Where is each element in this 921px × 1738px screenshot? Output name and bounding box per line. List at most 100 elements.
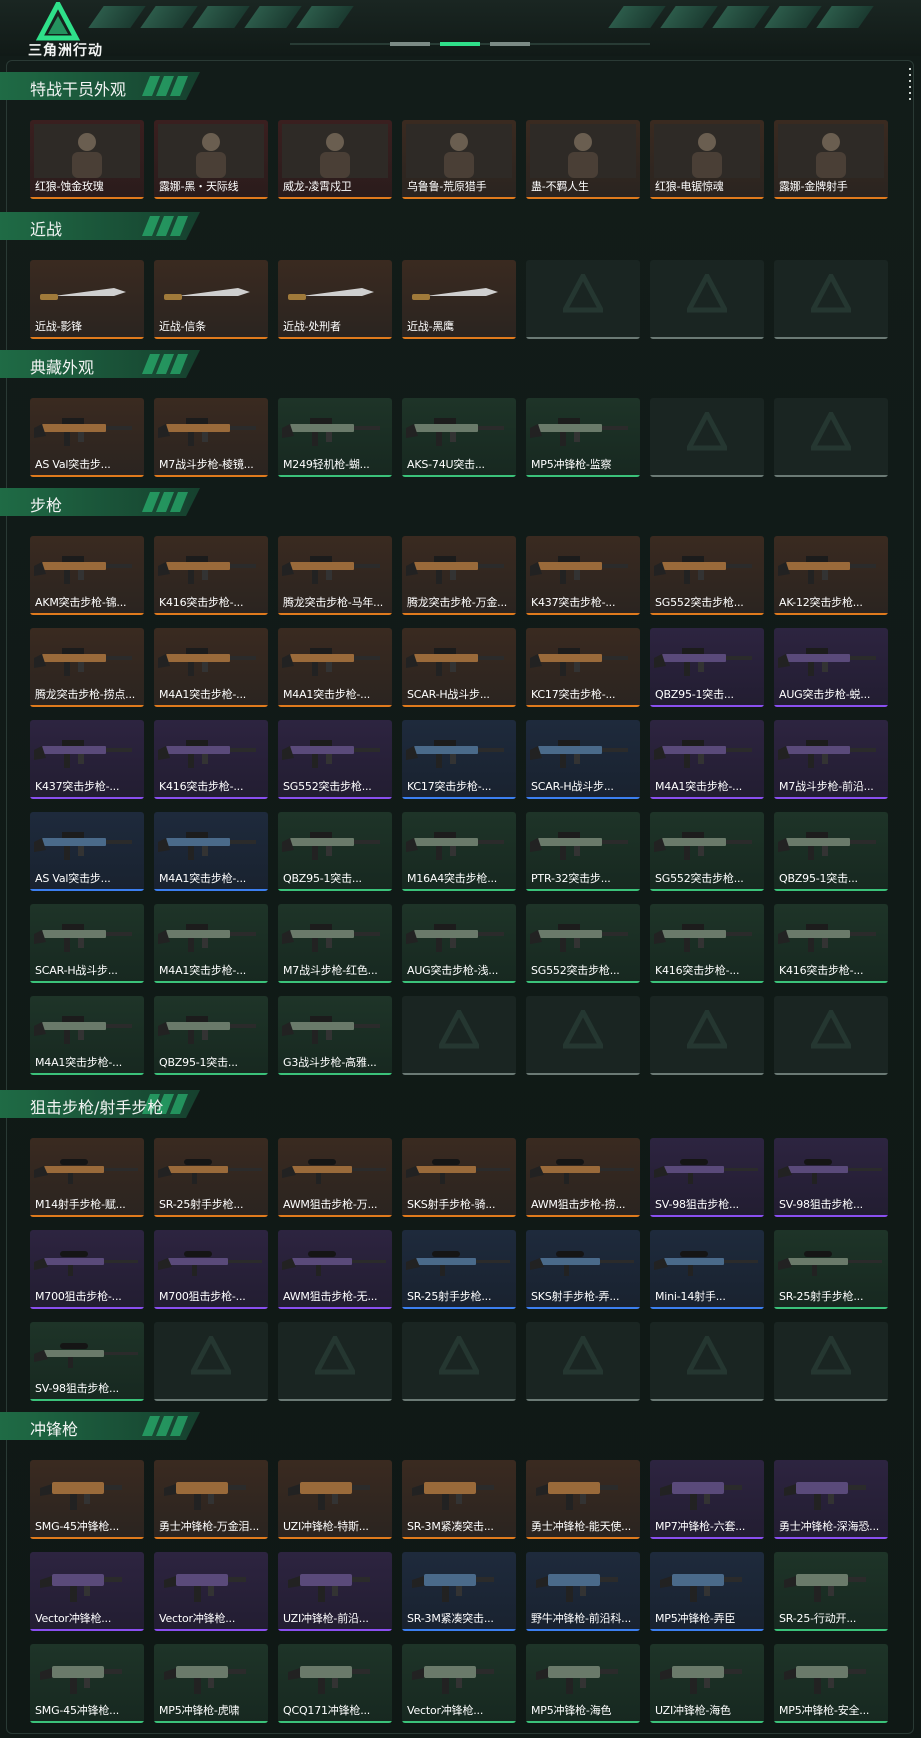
item-card[interactable]: MP5冲锋枪-监察 [526, 398, 640, 477]
item-card[interactable]: M14射手步枪-赋... [30, 1138, 144, 1217]
item-card[interactable]: AUG突击步枪-蜕... [774, 628, 888, 707]
item-card[interactable]: MP5冲锋枪-安全... [774, 1644, 888, 1723]
empty-slot[interactable] [402, 1322, 516, 1401]
item-card[interactable]: SKS射手步枪-弄... [526, 1230, 640, 1309]
item-card[interactable]: AKS-74U突击... [402, 398, 516, 477]
item-card[interactable]: SMG-45冲锋枪... [30, 1460, 144, 1539]
empty-slot[interactable] [402, 996, 516, 1075]
item-card[interactable]: SV-98狙击步枪... [650, 1138, 764, 1217]
item-card[interactable]: 腾龙突击步枪-捞点... [30, 628, 144, 707]
item-card[interactable]: 红狼-电锯惊魂 [650, 120, 764, 199]
empty-slot[interactable] [650, 1322, 764, 1401]
item-card[interactable]: SR-25射手步枪... [402, 1230, 516, 1309]
item-card[interactable]: SV-98狙击步枪... [30, 1322, 144, 1401]
empty-slot[interactable] [774, 260, 888, 339]
item-card[interactable]: M7战斗步枪-前沿... [774, 720, 888, 799]
item-card[interactable]: 蛊-不羁人生 [526, 120, 640, 199]
empty-slot[interactable] [526, 1322, 640, 1401]
item-card[interactable]: 勇士冲锋枪-深海恐... [774, 1460, 888, 1539]
item-card[interactable]: M4A1突击步枪-... [154, 904, 268, 983]
item-card[interactable]: M4A1突击步枪-... [650, 720, 764, 799]
item-card[interactable]: M4A1突击步枪-... [154, 628, 268, 707]
item-card[interactable]: AWM狙击步枪-无... [278, 1230, 392, 1309]
item-card[interactable]: MP5冲锋枪-海色 [526, 1644, 640, 1723]
item-card[interactable]: MP5冲锋枪-虎啸 [154, 1644, 268, 1723]
item-card[interactable]: SR-3M紧凑突击... [402, 1460, 516, 1539]
item-card[interactable]: 野牛冲锋枪-前沿科... [526, 1552, 640, 1631]
item-card[interactable]: Mini-14射手... [650, 1230, 764, 1309]
item-card[interactable]: K437突击步枪-... [30, 720, 144, 799]
item-card[interactable]: M16A4突击步枪... [402, 812, 516, 891]
item-card[interactable]: K416突击步枪-... [154, 720, 268, 799]
item-card[interactable]: AWM狙击步枪-捞... [526, 1138, 640, 1217]
item-card[interactable]: 乌鲁鲁-荒原猎手 [402, 120, 516, 199]
item-card[interactable]: Vector冲锋枪... [30, 1552, 144, 1631]
item-card[interactable]: 近战-影锋 [30, 260, 144, 339]
item-card[interactable]: MP5冲锋枪-弄臣 [650, 1552, 764, 1631]
item-card[interactable]: 红狼-蚀金玫瑰 [30, 120, 144, 199]
item-card[interactable]: AUG突击步枪-浅... [402, 904, 516, 983]
empty-slot[interactable] [774, 398, 888, 477]
item-card[interactable]: 威龙-凌霄戍卫 [278, 120, 392, 199]
item-card[interactable]: SR-25-行动开... [774, 1552, 888, 1631]
item-card[interactable]: 勇士冲锋枪-万金泪... [154, 1460, 268, 1539]
item-card[interactable]: 勇士冲锋枪-能天使... [526, 1460, 640, 1539]
item-card[interactable]: SMG-45冲锋枪... [30, 1644, 144, 1723]
item-card[interactable]: M249轻机枪-蝴... [278, 398, 392, 477]
item-card[interactable]: UZI冲锋枪-特斯... [278, 1460, 392, 1539]
item-card[interactable]: SG552突击步枪... [278, 720, 392, 799]
item-card[interactable]: QBZ95-1突击... [650, 628, 764, 707]
item-card[interactable]: 腾龙突击步枪-马年... [278, 536, 392, 615]
item-card[interactable]: Vector冲锋枪... [154, 1552, 268, 1631]
item-card[interactable]: AS Val突击步... [30, 812, 144, 891]
item-card[interactable]: M7战斗步枪-红色... [278, 904, 392, 983]
item-card[interactable]: G3战斗步枪-高雅... [278, 996, 392, 1075]
item-card[interactable]: M4A1突击步枪-... [278, 628, 392, 707]
item-card[interactable]: SV-98狙击步枪... [774, 1138, 888, 1217]
item-card[interactable]: M4A1突击步枪-... [154, 812, 268, 891]
item-card[interactable]: QCQ171冲锋枪... [278, 1644, 392, 1723]
item-card[interactable]: SCAR-H战斗步... [402, 628, 516, 707]
empty-slot[interactable] [650, 260, 764, 339]
item-card[interactable]: M700狙击步枪-... [30, 1230, 144, 1309]
item-card[interactable]: UZI冲锋枪-海色 [650, 1644, 764, 1723]
item-card[interactable]: SCAR-H战斗步... [30, 904, 144, 983]
item-card[interactable]: QBZ95-1突击... [278, 812, 392, 891]
item-card[interactable]: SCAR-H战斗步... [526, 720, 640, 799]
item-card[interactable]: SG552突击步枪... [650, 536, 764, 615]
item-card[interactable]: 露娜-黑・天际线 [154, 120, 268, 199]
item-card[interactable]: AS Val突击步... [30, 398, 144, 477]
item-card[interactable]: SR-25射手步枪... [774, 1230, 888, 1309]
item-card[interactable]: KC17突击步枪-... [402, 720, 516, 799]
item-card[interactable]: K416突击步枪-... [154, 536, 268, 615]
item-card[interactable]: 近战-处刑者 [278, 260, 392, 339]
empty-slot[interactable] [774, 1322, 888, 1401]
item-card[interactable]: M700狙击步枪-... [154, 1230, 268, 1309]
item-card[interactable]: QBZ95-1突击... [774, 812, 888, 891]
item-card[interactable]: 露娜-金牌射手 [774, 120, 888, 199]
item-card[interactable]: MP7冲锋枪-六套... [650, 1460, 764, 1539]
item-card[interactable]: KC17突击步枪-... [526, 628, 640, 707]
item-card[interactable]: AK-12突击步枪... [774, 536, 888, 615]
item-card[interactable]: SR-3M紧凑突击... [402, 1552, 516, 1631]
item-card[interactable]: Vector冲锋枪... [402, 1644, 516, 1723]
item-card[interactable]: 腾龙突击步枪-万金... [402, 536, 516, 615]
item-card[interactable]: PTR-32突击步... [526, 812, 640, 891]
item-card[interactable]: K416突击步枪-... [650, 904, 764, 983]
item-card[interactable]: M7战斗步枪-棱镜... [154, 398, 268, 477]
item-card[interactable]: M4A1突击步枪-... [30, 996, 144, 1075]
item-card[interactable]: SR-25射手步枪... [154, 1138, 268, 1217]
scrollbar[interactable] [909, 68, 913, 108]
empty-slot[interactable] [650, 996, 764, 1075]
empty-slot[interactable] [278, 1322, 392, 1401]
item-card[interactable]: K416突击步枪-... [774, 904, 888, 983]
item-card[interactable]: SKS射手步枪-骑... [402, 1138, 516, 1217]
item-card[interactable]: AWM狙击步枪-万... [278, 1138, 392, 1217]
item-card[interactable]: 近战-信条 [154, 260, 268, 339]
empty-slot[interactable] [154, 1322, 268, 1401]
item-card[interactable]: SG552突击步枪... [650, 812, 764, 891]
item-card[interactable]: K437突击步枪-... [526, 536, 640, 615]
empty-slot[interactable] [526, 996, 640, 1075]
empty-slot[interactable] [774, 996, 888, 1075]
item-card[interactable]: SG552突击步枪... [526, 904, 640, 983]
